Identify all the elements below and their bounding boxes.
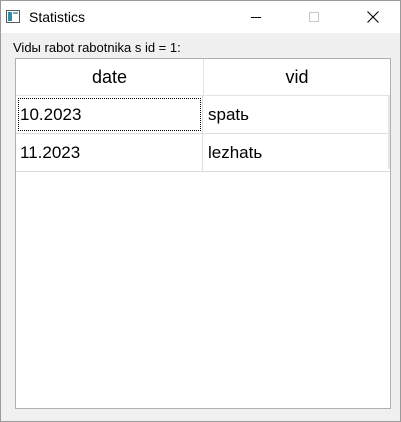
- table-cell-date[interactable]: 10.2023: [16, 96, 203, 133]
- close-icon: [367, 11, 379, 23]
- title-bar[interactable]: Statistics: [1, 1, 400, 33]
- table-right-edge: [388, 95, 390, 169]
- minimize-button[interactable]: [233, 1, 279, 33]
- window-title: Statistics: [29, 9, 86, 25]
- column-header-date[interactable]: date: [16, 59, 204, 95]
- column-header-vid[interactable]: vid: [204, 59, 390, 95]
- maximize-icon: [309, 12, 319, 22]
- table-cell-date[interactable]: 11.2023: [16, 134, 203, 171]
- minimize-icon: [251, 16, 261, 18]
- table-header: date vid: [16, 59, 390, 96]
- statistics-window: Statistics Vidы rabot rabotnika s id = 1…: [0, 0, 401, 422]
- table-cell-vid[interactable]: lezhatь: [204, 134, 390, 171]
- app-icon: [6, 10, 20, 23]
- table-row[interactable]: 11.2023 lezhatь: [16, 134, 390, 172]
- maximize-button[interactable]: [291, 1, 337, 33]
- close-button[interactable]: [350, 1, 396, 33]
- statistics-table[interactable]: date vid 10.2023 spatь 11.2023 lezhatь: [15, 58, 391, 409]
- table-cell-vid[interactable]: spatь: [204, 96, 390, 133]
- caption-label: Vidы rabot rabotnika s id = 1:: [13, 40, 181, 55]
- table-row[interactable]: 10.2023 spatь: [16, 96, 390, 134]
